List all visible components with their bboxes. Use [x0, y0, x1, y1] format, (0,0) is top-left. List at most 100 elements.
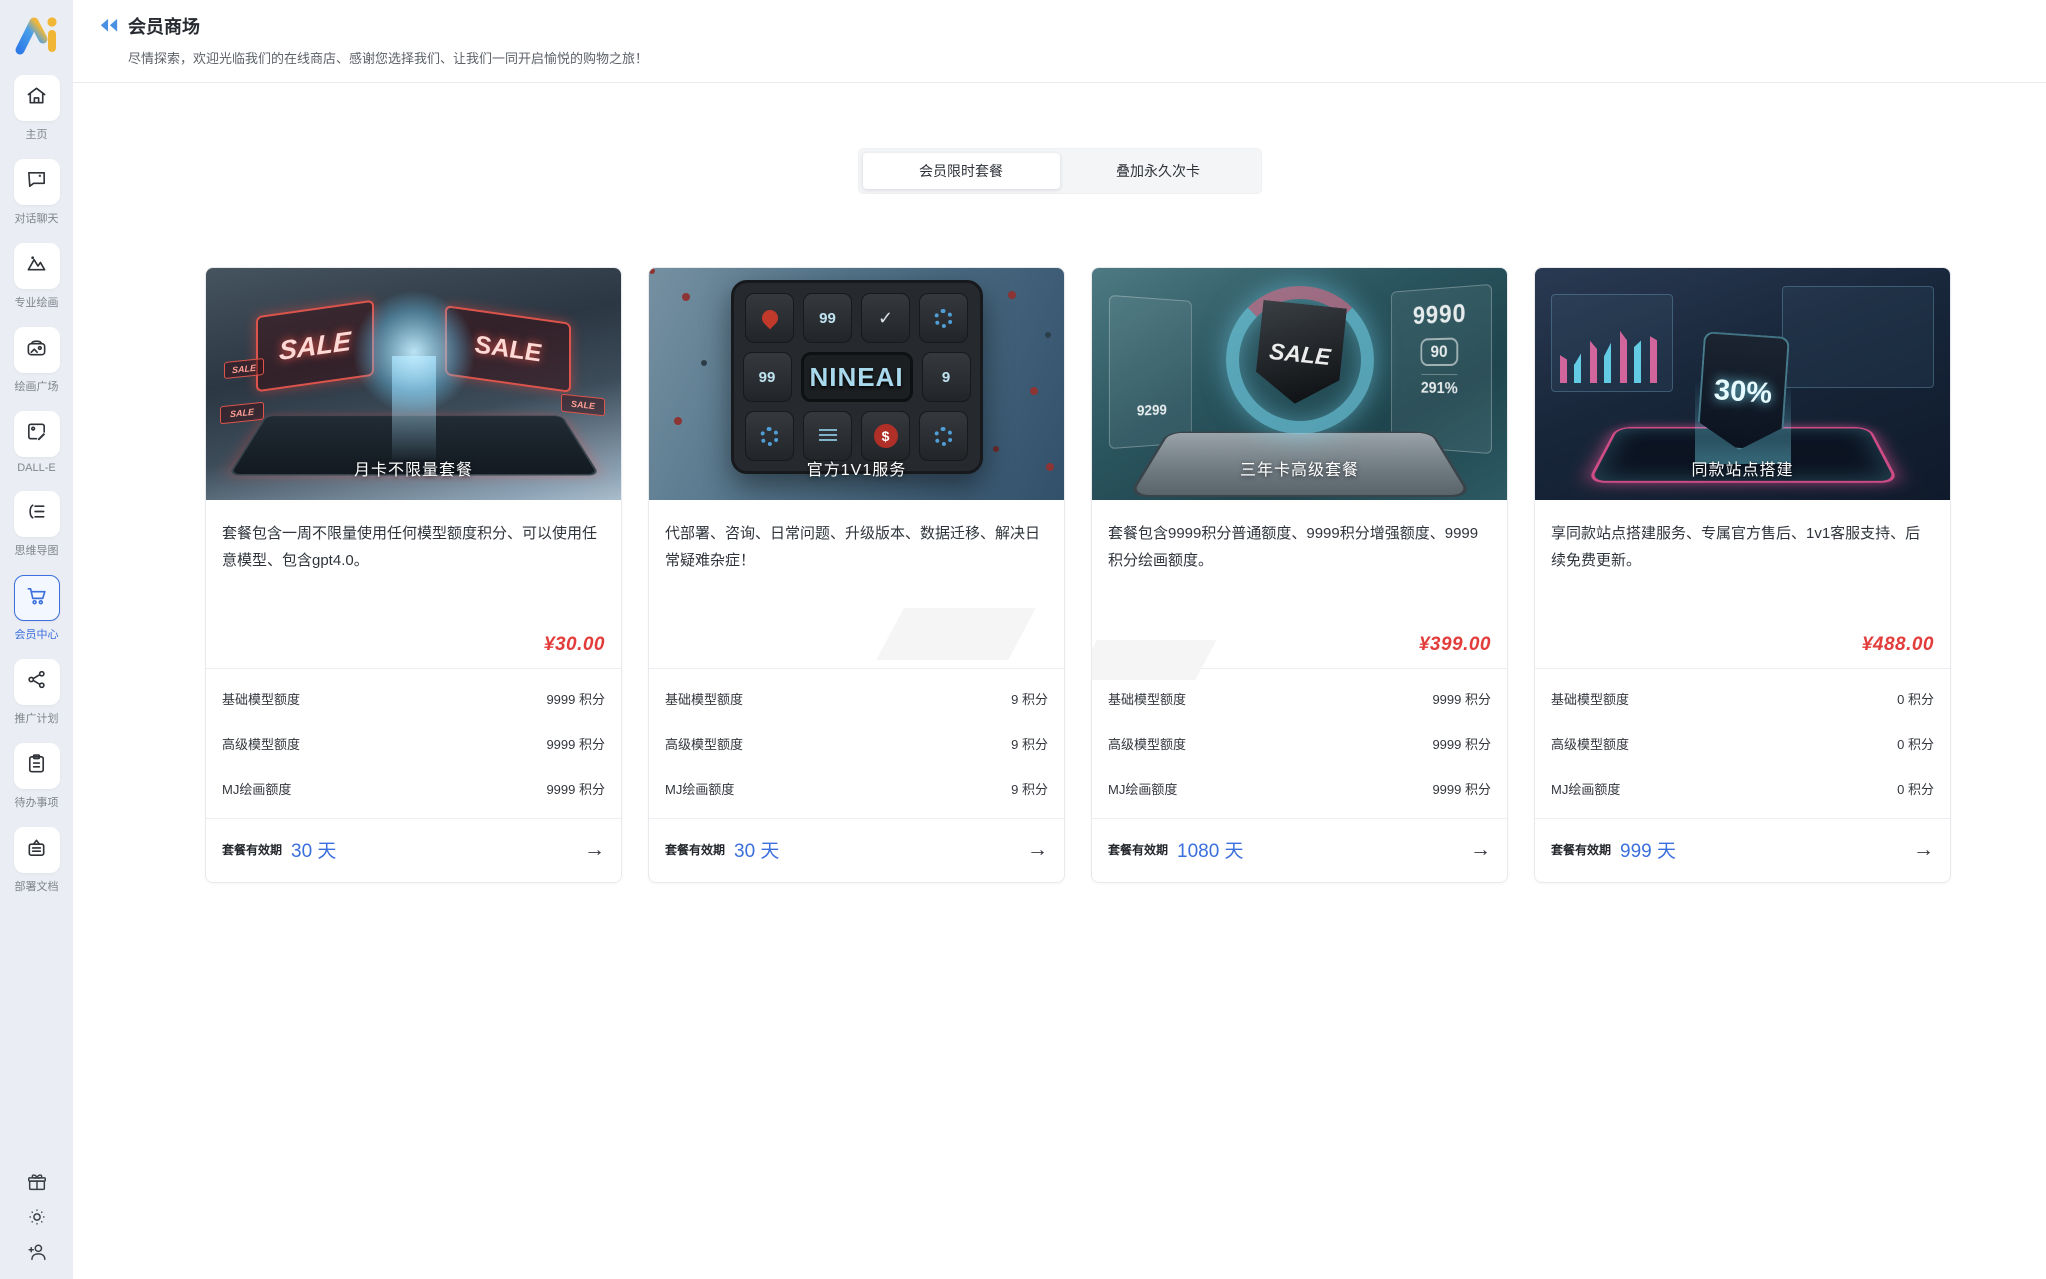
grid-key-icon — [818, 429, 837, 444]
pin-key-icon — [758, 306, 781, 330]
collapse-back-icon[interactable] — [99, 18, 119, 34]
document-icon — [25, 836, 48, 864]
hud-value: 9299 — [1108, 294, 1192, 450]
sidebar-item-membership[interactable]: 会员中心 — [13, 575, 60, 642]
sidebar: 主页 对话聊天 专业绘画 绘画广场 DALL-E 思维导图 会员中心 推广计划 — [0, 0, 73, 1279]
sidebar-item-label: DALL-E — [17, 462, 56, 474]
package-specs: 基础模型额度 9 积分 高级模型额度 9 积分 MJ绘画额度 9 积分 — [649, 668, 1064, 818]
tab-permanent-cards[interactable]: 叠加永久次卡 — [1060, 153, 1257, 189]
spec-row: MJ绘画额度 9999 积分 — [222, 782, 605, 797]
sidebar-nav: 主页 对话聊天 专业绘画 绘画广场 DALL-E 思维导图 会员中心 推广计划 — [13, 75, 60, 911]
package-tabs: 会员限时套餐 叠加永久次卡 — [857, 148, 1262, 194]
gear-key-icon — [934, 308, 953, 328]
sidebar-item-todo[interactable]: 待办事项 — [13, 743, 60, 810]
buy-arrow-icon[interactable]: → — [584, 839, 605, 860]
image-edit-icon — [25, 420, 48, 448]
sidebar-item-home[interactable]: 主页 — [13, 75, 60, 142]
sidebar-item-label: 推广计划 — [14, 713, 59, 725]
package-card-3year[interactable]: 9299 9990 90 291% SALE 三年卡高级套餐 套餐包含9999积… — [1091, 267, 1508, 883]
package-image: 99 ✓ 99 NINEAI 9 $ 官方1V1服务 — [649, 268, 1064, 500]
chat-icon — [25, 168, 48, 196]
sidebar-item-label: 主页 — [25, 129, 48, 141]
package-card-1v1-service[interactable]: 99 ✓ 99 NINEAI 9 $ 官方1V1服务 代部署、咨询、日常问题、升… — [648, 267, 1065, 883]
package-footer: 套餐有效期 999 天 → — [1535, 818, 1950, 882]
package-price: ¥30.00 — [543, 634, 605, 655]
gallery-icon — [25, 336, 48, 364]
package-card-site-build[interactable]: 30% 同款站点搭建 享同款站点搭建服务、专属官方售后、1v1客服支持、后续免费… — [1534, 267, 1951, 883]
validity-label: 套餐有效期 — [1551, 843, 1612, 857]
package-description: 享同款站点搭建服务、专属官方售后、1v1客服支持、后续免费更新。 — [1551, 525, 1921, 569]
invite-user-icon[interactable] — [26, 1241, 48, 1263]
sale-badge: SALE — [220, 401, 264, 425]
package-footer: 套餐有效期 30 天 → — [649, 818, 1064, 882]
package-card-list: SALE SALE SALE SALE SALE 月卡不限量套餐 套餐包含一周不… — [205, 267, 2046, 883]
sidebar-item-mindmap[interactable]: 思维导图 — [13, 491, 60, 558]
hud-value: 291% — [1420, 373, 1458, 399]
spec-row: 基础模型额度 9999 积分 — [1108, 692, 1491, 707]
hud-value: 9990 — [1412, 299, 1467, 331]
spec-row: MJ绘画额度 0 积分 — [1551, 782, 1934, 797]
validity-value: 1080 天 — [1177, 841, 1244, 862]
sidebar-item-promotion[interactable]: 推广计划 — [13, 659, 60, 726]
app-logo-icon[interactable] — [11, 9, 63, 61]
package-image-title: 三年卡高级套餐 — [1239, 462, 1359, 479]
mindmap-icon — [25, 500, 48, 528]
validity-value: 30 天 — [291, 841, 337, 862]
package-footer: 套餐有效期 30 天 → — [206, 818, 621, 882]
hud-value: 90 — [1420, 337, 1459, 367]
package-price: ¥488.00 — [1861, 634, 1934, 655]
package-specs: 基础模型额度 9999 积分 高级模型额度 9999 积分 MJ绘画额度 9999 积… — [1092, 668, 1507, 818]
sidebar-footer — [26, 1171, 48, 1279]
buy-arrow-icon[interactable]: → — [1470, 839, 1491, 860]
package-footer: 套餐有效期 1080 天 → — [1092, 818, 1507, 882]
spec-row: 高级模型额度 9 积分 — [665, 737, 1048, 752]
brand-text: NINEAI — [800, 352, 913, 403]
spec-row: 基础模型额度 9999 积分 — [222, 692, 605, 707]
sidebar-item-label: 待办事项 — [14, 797, 59, 809]
sale-badge: SALE — [561, 393, 605, 417]
validity-label: 套餐有效期 — [222, 843, 283, 857]
spec-row: 基础模型额度 0 积分 — [1551, 692, 1934, 707]
sidebar-item-label: 绘画广场 — [14, 381, 59, 393]
sidebar-item-label: 部署文档 — [14, 881, 59, 893]
sidebar-item-gallery[interactable]: 绘画广场 — [13, 327, 60, 394]
package-description: 套餐包含9999积分普通额度、9999积分增强额度、9999积分绘画额度。 — [1108, 525, 1479, 569]
validity-value: 30 天 — [734, 841, 780, 862]
package-specs: 基础模型额度 0 积分 高级模型额度 0 积分 MJ绘画额度 0 积分 — [1535, 668, 1950, 818]
hud-panel: 9990 90 291% — [1391, 283, 1492, 455]
spec-row: 高级模型额度 9999 积分 — [222, 737, 605, 752]
package-image-title: 同款站点搭建 — [1691, 462, 1794, 479]
package-image-title: 月卡不限量套餐 — [353, 462, 473, 479]
sidebar-item-label: 专业绘画 — [14, 297, 59, 309]
gear-key-icon — [760, 426, 779, 446]
spec-row: 基础模型额度 9 积分 — [665, 692, 1048, 707]
sidebar-item-dalle[interactable]: DALL-E — [13, 411, 60, 474]
package-specs: 基础模型额度 9999 积分 高级模型额度 9999 积分 MJ绘画额度 9999 积… — [206, 668, 621, 818]
page-subtitle: 尽情探索，欢迎光临我们的在线商店、感谢您选择我们、让我们一同开启愉悦的购物之旅！ — [128, 51, 649, 66]
tab-limited-packages[interactable]: 会员限时套餐 — [862, 153, 1060, 189]
sidebar-item-label: 思维导图 — [14, 545, 59, 557]
validity-label: 套餐有效期 — [665, 843, 726, 857]
validity-label: 套餐有效期 — [1108, 843, 1169, 857]
package-description: 套餐包含一周不限量使用任何模型额度积分、可以使用任意模型、包含gpt4.0。 — [222, 525, 598, 569]
package-image-title: 官方1V1服务 — [806, 462, 907, 479]
package-image: 9299 9990 90 291% SALE 三年卡高级套餐 — [1092, 268, 1507, 500]
sidebar-item-docs[interactable]: 部署文档 — [13, 827, 60, 894]
package-image: SALE SALE SALE SALE SALE 月卡不限量套餐 — [206, 268, 621, 500]
home-icon — [25, 84, 48, 112]
spec-row: MJ绘画额度 9999 积分 — [1108, 782, 1491, 797]
spec-row: 高级模型额度 0 积分 — [1551, 737, 1934, 752]
buy-arrow-icon[interactable]: → — [1913, 839, 1934, 860]
buy-arrow-icon[interactable]: → — [1027, 839, 1048, 860]
sidebar-item-label: 会员中心 — [14, 629, 59, 641]
gift-icon[interactable] — [26, 1171, 48, 1193]
sidebar-item-chat[interactable]: 对话聊天 — [13, 159, 60, 226]
theme-icon[interactable] — [26, 1206, 48, 1228]
clipboard-icon — [25, 752, 48, 780]
mountain-icon — [25, 252, 48, 280]
package-card-monthly[interactable]: SALE SALE SALE SALE SALE 月卡不限量套餐 套餐包含一周不… — [205, 267, 622, 883]
share-icon — [25, 668, 48, 696]
sidebar-item-pro-paint[interactable]: 专业绘画 — [13, 243, 60, 310]
package-price: ¥399.00 — [1418, 634, 1491, 655]
page-header: 会员商场 尽情探索，欢迎光临我们的在线商店、感谢您选择我们、让我们一同开启愉悦的… — [73, 0, 2046, 83]
